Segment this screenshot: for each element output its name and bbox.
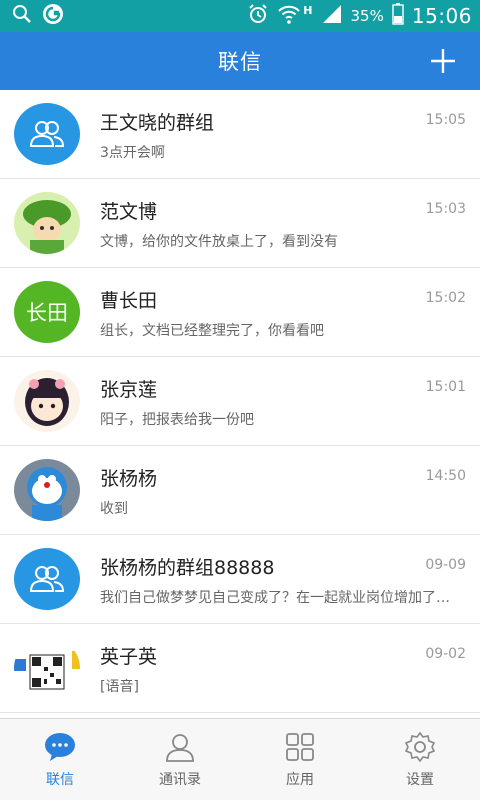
tab-settings[interactable]: 设置 xyxy=(360,719,480,800)
apps-grid-icon xyxy=(283,731,317,763)
avatar xyxy=(14,459,80,521)
message-time: 09-02 xyxy=(425,646,466,662)
settings-icon xyxy=(403,731,437,763)
conversation-row[interactable]: 张京莲 阳子，把报表给我一份吧 15:01 xyxy=(0,357,480,446)
plus-icon[interactable] xyxy=(428,46,458,76)
status-bar: H 35% 15:06 xyxy=(0,0,480,32)
group-icon xyxy=(14,548,80,610)
alarm-icon xyxy=(247,3,269,29)
tab-contacts[interactable]: 通讯录 xyxy=(120,719,240,800)
last-message: 我们自己做梦梦见自己变成了？在一起就业岗位增加了… xyxy=(100,590,450,606)
app-logo-icon xyxy=(42,3,64,29)
tab-label: 应用 xyxy=(286,772,314,788)
contact-name: 张杨杨 xyxy=(100,468,158,490)
contact-name: 张京莲 xyxy=(100,379,158,401)
last-message: 收到 xyxy=(100,501,128,517)
last-message: 文博，给你的文件放桌上了，看到没有 xyxy=(100,234,338,250)
message-time: 15:05 xyxy=(425,112,466,128)
avatar xyxy=(14,637,80,699)
avatar xyxy=(14,370,80,432)
signal-icon xyxy=(321,4,343,28)
tab-label: 联信 xyxy=(46,772,74,788)
tab-label: 通讯录 xyxy=(159,772,201,788)
app-header: 联信 xyxy=(0,32,480,90)
message-time: 09-09 xyxy=(425,557,466,573)
message-time: 15:03 xyxy=(425,201,466,217)
wifi-icon xyxy=(277,3,301,29)
contact-name: 英子英 xyxy=(100,646,158,668)
tab-messages[interactable]: 联信 xyxy=(0,719,120,800)
chat-bubble-icon xyxy=(43,731,77,763)
contact-name: 张杨杨的群组88888 xyxy=(100,557,275,579)
conversation-row[interactable]: 范文博 文博，给你的文件放桌上了，看到没有 15:03 xyxy=(0,179,480,268)
message-time: 15:01 xyxy=(425,379,466,395)
network-type: H xyxy=(303,3,313,17)
contact-name: 王文晓的群组 xyxy=(100,112,215,134)
group-icon xyxy=(14,103,80,165)
contact-name: 曹长田 xyxy=(100,290,158,312)
battery-percent: 35% xyxy=(350,7,384,25)
conversation-row[interactable]: 张杨杨 收到 14:50 xyxy=(0,446,480,535)
avatar xyxy=(14,192,80,254)
tab-label: 设置 xyxy=(406,772,434,788)
conversation-row[interactable]: 张杨杨的群组88888 我们自己做梦梦见自己变成了？在一起就业岗位增加了… 09… xyxy=(0,535,480,624)
contacts-icon xyxy=(163,731,197,763)
search-icon xyxy=(12,4,32,28)
clock: 15:06 xyxy=(411,4,472,28)
conversation-row[interactable]: 王文晓的群组 3点开会啊 15:05 xyxy=(0,90,480,179)
message-time: 15:02 xyxy=(425,290,466,306)
last-message: 组长，文档已经整理完了，你看看吧 xyxy=(100,323,324,339)
avatar: 长田 xyxy=(14,281,80,343)
tab-apps[interactable]: 应用 xyxy=(240,719,360,800)
message-time: 14:50 xyxy=(425,468,466,484)
page-title: 联信 xyxy=(218,50,262,74)
last-message: 阳子，把报表给我一份吧 xyxy=(100,412,254,428)
last-message: [语音] xyxy=(100,679,139,695)
conversation-list: 王文晓的群组 3点开会啊 15:05 范文博 文博，给你的文件放桌上了，看到没有… xyxy=(0,90,480,718)
last-message: 3点开会啊 xyxy=(100,145,165,161)
bottom-tab-bar: 联信 通讯录 应用 设置 xyxy=(0,718,480,800)
conversation-row[interactable]: 长田 曹长田 组长，文档已经整理完了，你看看吧 15:02 xyxy=(0,268,480,357)
contact-name: 范文博 xyxy=(100,201,158,223)
conversation-row[interactable]: 英子英 [语音] 09-02 xyxy=(0,624,480,713)
battery-icon xyxy=(392,3,404,29)
